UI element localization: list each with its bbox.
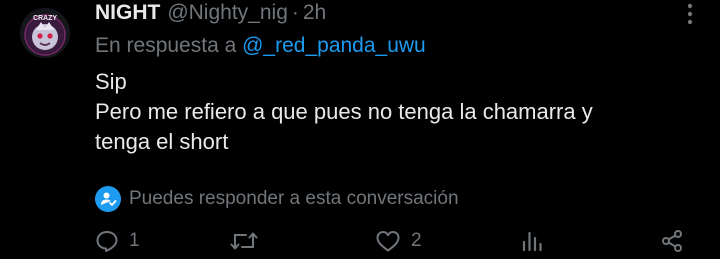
replying-mention[interactable]: @_red_panda_uwu xyxy=(242,34,426,57)
retweet-icon xyxy=(230,232,258,250)
like-button[interactable]: 2 xyxy=(375,226,422,256)
tweet-line: Sip xyxy=(95,69,127,94)
tweet-line: tenga el short xyxy=(95,129,229,154)
views-button[interactable] xyxy=(520,226,544,256)
action-bar: 1 2 xyxy=(0,226,720,256)
replying-prefix: En respuesta a xyxy=(95,34,237,57)
tweet-body: Sip Pero me refiero a que pues no tenga … xyxy=(95,67,695,157)
reply-icon xyxy=(96,231,118,252)
author-name[interactable]: NIGHT xyxy=(95,0,160,26)
share-button[interactable] xyxy=(660,226,684,256)
notice-text: Puedes responder a esta conversación xyxy=(129,188,459,209)
avatar[interactable]: CRAZY xyxy=(20,8,70,58)
more-dots-icon xyxy=(687,3,693,25)
retweet-button[interactable] xyxy=(230,226,268,256)
avatar-label: CRAZY xyxy=(33,15,57,22)
replying-to: En respuesta a @_red_panda_uwu xyxy=(95,33,426,59)
tweet-time[interactable]: 2h xyxy=(303,0,326,26)
tweet: CRAZY NIGHT @Nighty_nig · 2h En respuest… xyxy=(0,0,720,259)
tweet-line: Pero me refiero a que pues no tenga la c… xyxy=(95,99,593,124)
views-chart-icon xyxy=(522,231,542,252)
reply-button[interactable]: 1 xyxy=(95,226,140,256)
avatar-image: CRAZY xyxy=(20,8,70,58)
reply-count: 1 xyxy=(129,230,140,251)
heart-icon xyxy=(376,231,400,252)
like-count: 2 xyxy=(411,230,422,251)
tweet-header: NIGHT @Nighty_nig · 2h xyxy=(95,0,326,26)
share-icon xyxy=(662,230,682,252)
more-options-button[interactable] xyxy=(680,2,700,26)
user-check-icon xyxy=(95,186,121,212)
author-handle[interactable]: @Nighty_nig xyxy=(167,0,288,26)
reply-permission-notice: Puedes responder a esta conversación xyxy=(95,185,459,213)
separator-dot: · xyxy=(291,1,299,24)
